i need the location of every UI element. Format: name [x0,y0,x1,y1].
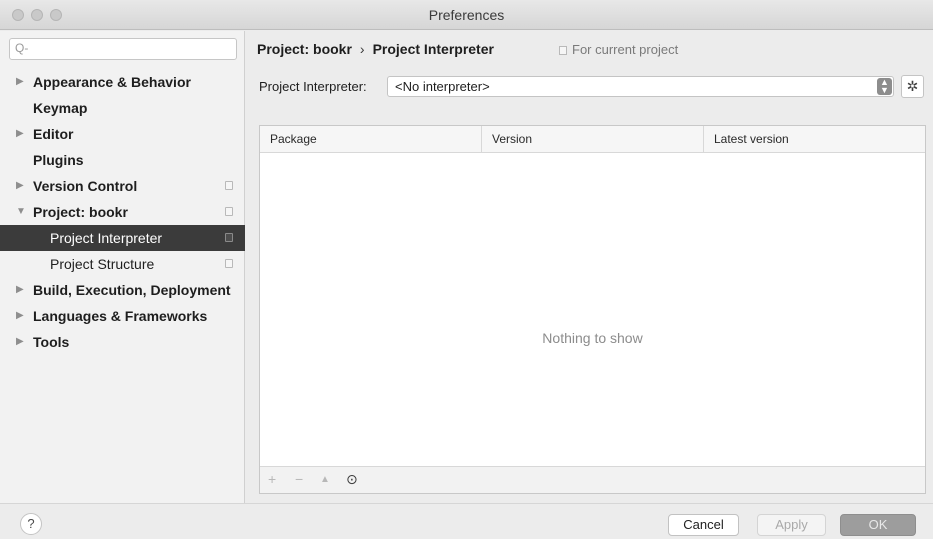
settings-panel: Project: bookr › Project Interpreter For c… [246,31,933,503]
sidebar-item-label: Languages & Frameworks [33,308,208,324]
sidebar-item-label: Version Control [33,178,138,194]
expand-arrow-icon[interactable]: ▶ [16,121,24,147]
sidebar-item-appearance-behavior[interactable]: ▶ Appearance & Behavior [0,69,245,95]
packages-table: Package Version Latest version Nothing t… [259,125,926,494]
settings-search-input[interactable]: Q- [9,38,237,60]
remove-package-button[interactable]: − [295,471,303,487]
column-header-package[interactable]: Package [260,126,482,153]
sidebar-item-label: Keymap [33,100,88,116]
column-header-version[interactable]: Version [482,126,704,153]
add-package-button[interactable]: + [268,471,276,487]
settings-sidebar: Q- ▶ Appearance & Behavior Keymap ▶ Edit… [0,31,245,503]
interpreter-label: Project Interpreter: [259,79,367,94]
sidebar-item-project-structure[interactable]: Project Structure [0,251,245,277]
expand-arrow-icon[interactable]: ▶ [16,277,24,303]
sidebar-item-label: Project Interpreter [50,230,163,246]
ok-button[interactable]: OK [840,514,916,536]
sidebar-item-label: Plugins [33,152,84,168]
sidebar-item-plugins[interactable]: Plugins [0,147,245,173]
scope-indicator: For current project [559,42,678,57]
preferences-window: Preferences Q- ▶ Appearance & Behavior K… [0,0,933,539]
dialog-button-bar: ? Cancel Apply OK [0,503,933,539]
collapse-arrow-icon[interactable]: ▼ [16,199,26,225]
expand-arrow-icon[interactable]: ▶ [16,329,24,355]
cancel-button[interactable]: Cancel [668,514,739,536]
gear-icon: ✲ [906,78,919,94]
title-bar: Preferences [0,0,933,30]
table-toolbar: + − ▲ ⊙ [260,466,925,493]
expand-arrow-icon[interactable]: ▶ [16,69,24,95]
sidebar-item-label: Build, Execution, Deployment [33,282,231,298]
settings-tree: ▶ Appearance & Behavior Keymap ▶ Editor … [0,69,245,355]
project-scope-icon [559,46,567,55]
interpreter-settings-button[interactable]: ✲ [901,75,924,98]
help-button[interactable]: ? [20,513,42,535]
project-scope-icon [225,259,233,268]
sidebar-item-build-execution-deployment[interactable]: ▶ Build, Execution, Deployment [0,277,245,303]
sidebar-item-label: Project: bookr [33,204,128,220]
interpreter-select[interactable]: <No interpreter> ▲ ▼ [387,76,894,97]
column-header-latest-version[interactable]: Latest version [704,126,925,153]
sidebar-item-project-interpreter[interactable]: Project Interpreter [0,225,245,251]
dropdown-stepper-icon[interactable]: ▲ ▼ [877,78,892,95]
empty-state-text: Nothing to show [542,330,643,346]
apply-button[interactable]: Apply [757,514,826,536]
project-scope-icon [225,207,233,216]
expand-arrow-icon[interactable]: ▶ [16,303,24,329]
sidebar-item-editor[interactable]: ▶ Editor [0,121,245,147]
sidebar-item-label: Editor [33,126,74,142]
sidebar-item-languages-frameworks[interactable]: ▶ Languages & Frameworks [0,303,245,329]
sidebar-item-tools[interactable]: ▶ Tools [0,329,245,355]
breadcrumb-parent[interactable]: Project: bookr [257,41,352,57]
sidebar-item-version-control[interactable]: ▶ Version Control [0,173,245,199]
scope-label: For current project [572,42,679,57]
interpreter-value: <No interpreter> [395,79,490,94]
sidebar-item-label: Appearance & Behavior [33,74,191,90]
sidebar-item-label: Project Structure [50,256,155,272]
window-title: Preferences [428,7,505,23]
breadcrumb: Project: bookr › Project Interpreter [257,41,494,57]
expand-arrow-icon[interactable]: ▶ [16,173,24,199]
project-scope-icon [225,233,233,242]
table-header: Package Version Latest version [260,126,925,153]
show-early-releases-button[interactable]: ⊙ [346,471,358,488]
breadcrumb-current: Project Interpreter [372,41,494,57]
search-icon: Q- [15,41,29,55]
sidebar-item-project-bookr[interactable]: ▼ Project: bookr [0,199,245,225]
sidebar-item-keymap[interactable]: Keymap [0,95,245,121]
upgrade-package-button[interactable]: ▲ [320,474,330,485]
sidebar-item-label: Tools [33,334,70,350]
breadcrumb-separator-icon: › [359,41,365,57]
project-scope-icon [225,181,233,190]
